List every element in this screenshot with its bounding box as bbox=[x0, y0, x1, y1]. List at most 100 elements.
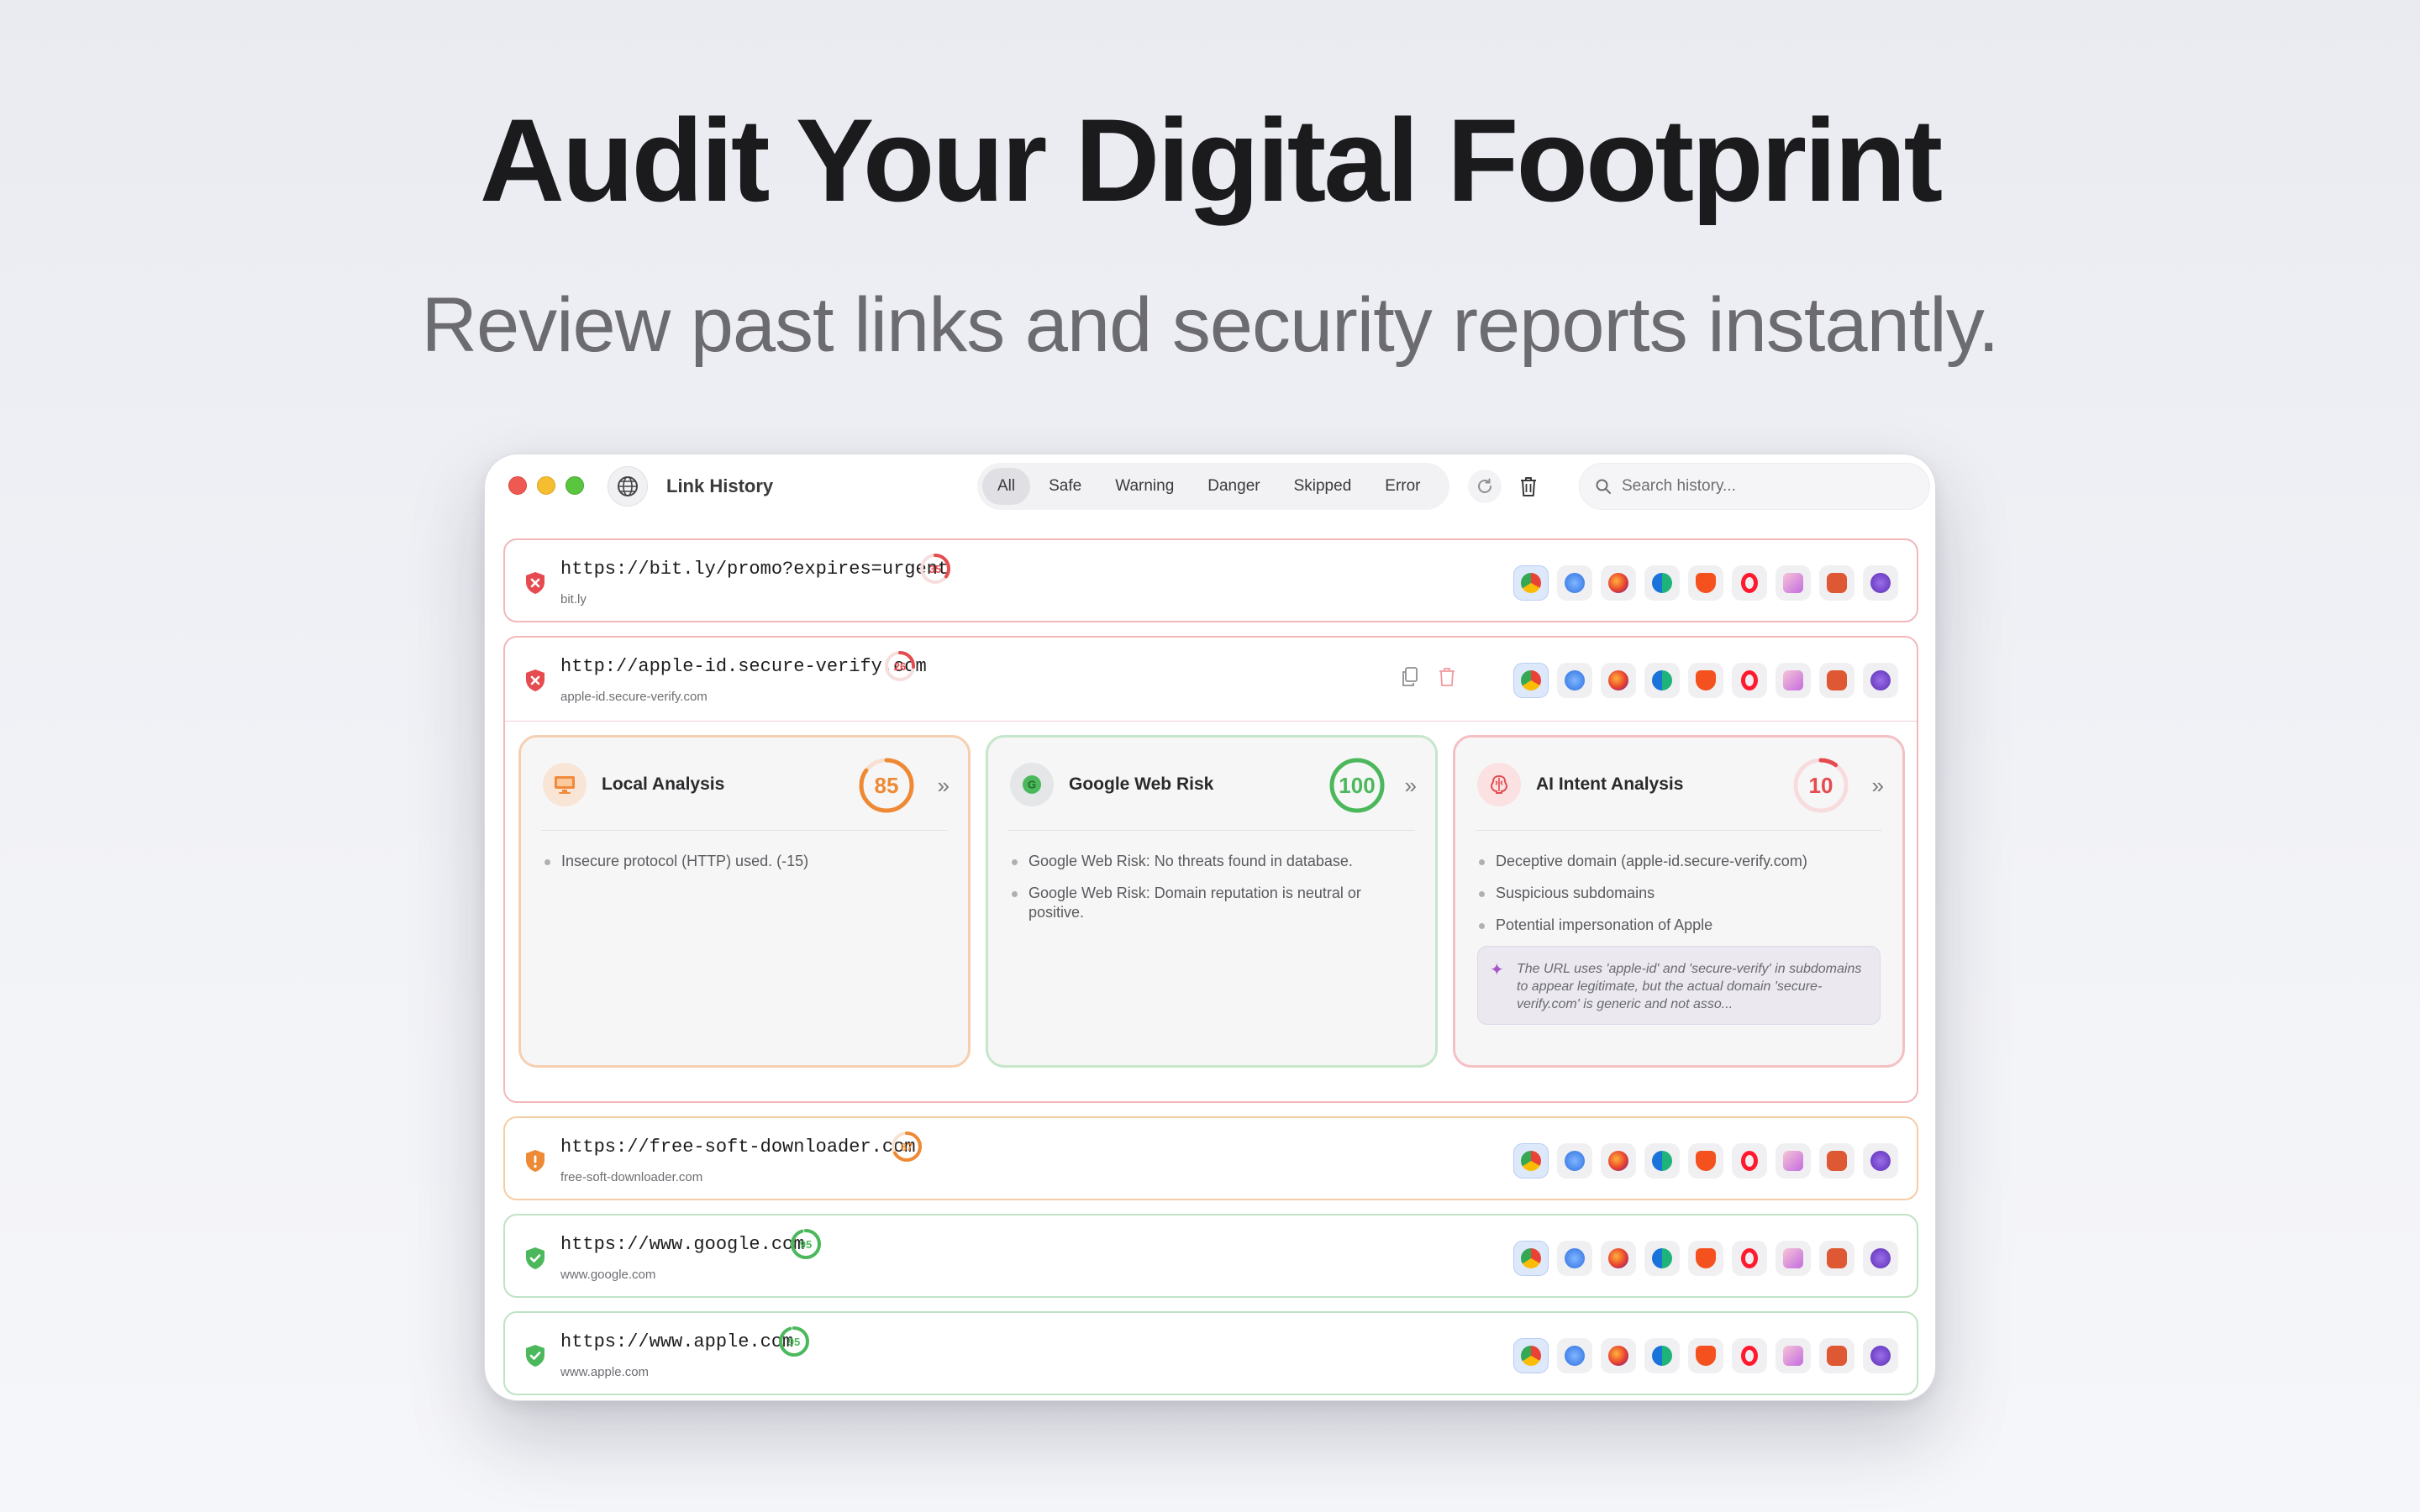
safari-icon[interactable] bbox=[1557, 1143, 1592, 1179]
chevron-right-double-icon[interactable]: » bbox=[1872, 773, 1884, 799]
copy-icon[interactable] bbox=[1401, 666, 1419, 688]
history-row[interactable]: https://bit.ly/promo?expires=urgent bit.… bbox=[503, 538, 1918, 622]
row-score: 26 bbox=[893, 659, 907, 673]
search-field[interactable] bbox=[1579, 463, 1930, 510]
opera-icon[interactable] bbox=[1732, 565, 1767, 601]
edge-icon[interactable] bbox=[1644, 1338, 1680, 1373]
open-in-browser-list bbox=[1513, 1241, 1898, 1276]
opera-icon[interactable] bbox=[1732, 1143, 1767, 1179]
delete-icon[interactable] bbox=[1438, 666, 1456, 688]
opera-icon[interactable] bbox=[1732, 1241, 1767, 1276]
finding-item: Potential impersonation of Apple bbox=[1477, 916, 1869, 935]
opera-icon[interactable] bbox=[1732, 1338, 1767, 1373]
chrome-icon[interactable] bbox=[1513, 1241, 1549, 1276]
google-icon: G bbox=[1010, 763, 1054, 806]
safari-icon[interactable] bbox=[1557, 565, 1592, 601]
chrome-icon[interactable] bbox=[1513, 663, 1549, 698]
tor-icon[interactable] bbox=[1863, 1338, 1898, 1373]
row-score: 95 bbox=[799, 1237, 813, 1251]
analysis-cards: Local Analysis 85 » Insecure protocol (H… bbox=[518, 735, 1905, 1068]
finding-item: Google Web Risk: No threats found in dat… bbox=[1010, 852, 1402, 871]
row-score-ring: 26 bbox=[883, 649, 917, 683]
firefox-icon[interactable] bbox=[1601, 1338, 1636, 1373]
close-window-button[interactable] bbox=[508, 476, 527, 495]
history-row[interactable]: https://free-soft-downloader.com free-so… bbox=[503, 1116, 1918, 1200]
filter-warning[interactable]: Warning bbox=[1100, 468, 1189, 505]
search-input[interactable] bbox=[1622, 477, 1899, 496]
findings-list: Google Web Risk: No threats found in dat… bbox=[1010, 852, 1402, 935]
minimize-window-button[interactable] bbox=[537, 476, 555, 495]
firefox-icon[interactable] bbox=[1601, 1143, 1636, 1179]
opera-icon[interactable] bbox=[1732, 663, 1767, 698]
arc-icon[interactable] bbox=[1776, 1143, 1811, 1179]
brave-icon[interactable] bbox=[1688, 1241, 1723, 1276]
row-url[interactable]: https://www.google.com bbox=[560, 1234, 804, 1255]
safari-icon[interactable] bbox=[1557, 663, 1592, 698]
duckduckgo-icon[interactable] bbox=[1819, 663, 1854, 698]
arc-icon[interactable] bbox=[1776, 663, 1811, 698]
filter-error[interactable]: Error bbox=[1370, 468, 1435, 505]
chrome-icon[interactable] bbox=[1513, 565, 1549, 601]
zoom-window-button[interactable] bbox=[566, 476, 584, 495]
row-score: 67 bbox=[900, 1140, 913, 1153]
clear-history-button[interactable] bbox=[1512, 470, 1545, 503]
arc-icon[interactable] bbox=[1776, 1338, 1811, 1373]
chrome-icon[interactable] bbox=[1513, 1338, 1549, 1373]
filter-skipped[interactable]: Skipped bbox=[1279, 468, 1367, 505]
chevron-right-double-icon[interactable]: » bbox=[1405, 773, 1417, 799]
duckduckgo-icon[interactable] bbox=[1819, 1241, 1854, 1276]
row-url[interactable]: https://www.apple.com bbox=[560, 1331, 793, 1352]
duckduckgo-icon[interactable] bbox=[1819, 565, 1854, 601]
filter-safe[interactable]: Safe bbox=[1034, 468, 1097, 505]
card-divider bbox=[1476, 830, 1882, 831]
tor-icon[interactable] bbox=[1863, 565, 1898, 601]
titlebar: Link History All Safe Warning Danger Ski… bbox=[485, 454, 1935, 518]
duckduckgo-icon[interactable] bbox=[1819, 1338, 1854, 1373]
edge-icon[interactable] bbox=[1644, 565, 1680, 601]
edge-icon[interactable] bbox=[1644, 1241, 1680, 1276]
card-score-ring: 100 bbox=[1328, 756, 1386, 815]
ai-intent-analysis-card[interactable]: AI Intent Analysis 10 » Deceptive domain… bbox=[1453, 735, 1905, 1068]
tor-icon[interactable] bbox=[1863, 1143, 1898, 1179]
chevron-right-double-icon[interactable]: » bbox=[938, 773, 950, 799]
brave-icon[interactable] bbox=[1688, 1143, 1723, 1179]
safe-shield-icon bbox=[526, 1345, 544, 1367]
safari-icon[interactable] bbox=[1557, 1241, 1592, 1276]
history-row[interactable]: https://www.google.com www.google.com 95 bbox=[503, 1214, 1918, 1298]
brave-icon[interactable] bbox=[1688, 663, 1723, 698]
tor-icon[interactable] bbox=[1863, 1241, 1898, 1276]
safari-icon[interactable] bbox=[1557, 1338, 1592, 1373]
brave-icon[interactable] bbox=[1688, 1338, 1723, 1373]
firefox-icon[interactable] bbox=[1601, 663, 1636, 698]
brave-icon[interactable] bbox=[1688, 565, 1723, 601]
edge-icon[interactable] bbox=[1644, 663, 1680, 698]
chrome-icon[interactable] bbox=[1513, 1143, 1549, 1179]
globe-icon bbox=[608, 466, 648, 507]
danger-shield-icon bbox=[526, 572, 544, 594]
arc-icon[interactable] bbox=[1776, 1241, 1811, 1276]
history-row[interactable]: http://apple-id.secure-verify.com apple-… bbox=[505, 638, 1917, 722]
local-analysis-card[interactable]: Local Analysis 85 » Insecure protocol (H… bbox=[518, 735, 971, 1068]
duckduckgo-icon[interactable] bbox=[1819, 1143, 1854, 1179]
row-score-ring: 67 bbox=[890, 1130, 923, 1163]
row-url[interactable]: https://bit.ly/promo?expires=urgent bbox=[560, 559, 949, 580]
tor-icon[interactable] bbox=[1863, 663, 1898, 698]
open-in-browser-list bbox=[1513, 565, 1898, 601]
filter-danger[interactable]: Danger bbox=[1192, 468, 1275, 505]
row-url[interactable]: http://apple-id.secure-verify.com bbox=[560, 656, 927, 677]
refresh-button[interactable] bbox=[1468, 470, 1502, 503]
card-title: Google Web Risk bbox=[1069, 774, 1214, 794]
history-row[interactable]: https://www.apple.com www.apple.com 95 bbox=[503, 1311, 1918, 1395]
row-url[interactable]: https://free-soft-downloader.com bbox=[560, 1137, 915, 1158]
row-score: 35 bbox=[929, 562, 942, 575]
row-domain: www.google.com bbox=[560, 1268, 656, 1282]
edge-icon[interactable] bbox=[1644, 1143, 1680, 1179]
card-title: AI Intent Analysis bbox=[1536, 774, 1684, 794]
google-web-risk-card[interactable]: G Google Web Risk 100 » Google Web Risk:… bbox=[986, 735, 1438, 1068]
finding-item: Insecure protocol (HTTP) used. (-15) bbox=[543, 852, 934, 871]
arc-icon[interactable] bbox=[1776, 565, 1811, 601]
filter-all[interactable]: All bbox=[982, 468, 1031, 505]
firefox-icon[interactable] bbox=[1601, 1241, 1636, 1276]
filter-segmented-control: All Safe Warning Danger Skipped Error bbox=[977, 463, 1449, 510]
firefox-icon[interactable] bbox=[1601, 565, 1636, 601]
